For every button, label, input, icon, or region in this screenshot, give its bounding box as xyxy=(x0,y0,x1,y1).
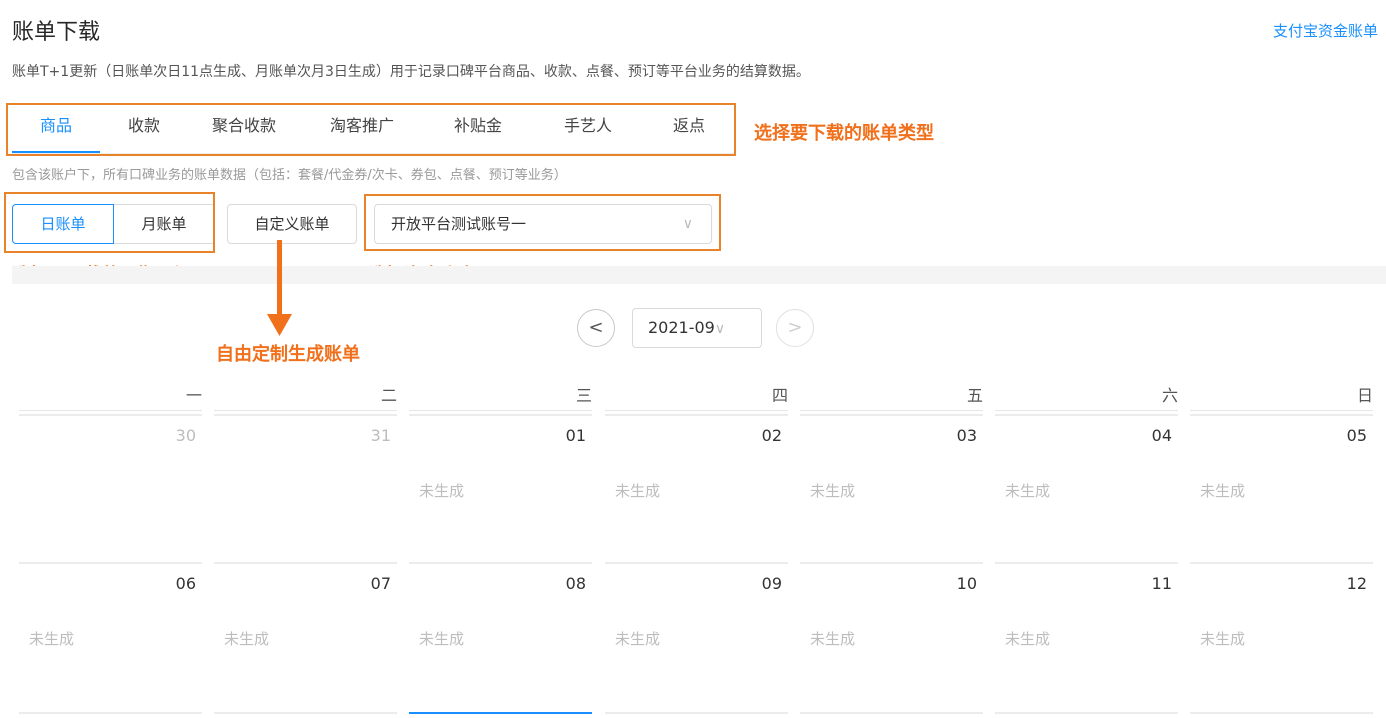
calendar-day-cell[interactable]: 05 未生成 xyxy=(1190,414,1373,562)
calendar-day-cell[interactable]: 10 未生成 xyxy=(800,562,983,710)
weekday-header: 五 xyxy=(966,386,983,405)
weekday-header: 二 xyxy=(380,386,397,405)
calendar-day-cell[interactable] xyxy=(214,712,397,718)
custom-bill-button[interactable]: 自定义账单 xyxy=(227,204,357,244)
month-value: 2021-09 xyxy=(648,318,715,337)
calendar-day-cell[interactable]: 06 未生成 xyxy=(19,562,202,710)
weekday-divider xyxy=(995,410,1178,411)
day-status: 未生成 xyxy=(810,630,856,648)
calendar-day-cell[interactable] xyxy=(995,712,1178,718)
calendar-day-cell[interactable] xyxy=(800,712,983,718)
day-status: 未生成 xyxy=(419,630,465,648)
annotation-custom-bill: 自由定制生成账单 xyxy=(216,344,360,365)
day-number: 12 xyxy=(1346,574,1367,593)
calendar-day-cell[interactable]: 08 未生成 xyxy=(409,562,592,710)
weekday-divider xyxy=(409,410,592,411)
calendar-day-cell[interactable]: 04 未生成 xyxy=(995,414,1178,562)
day-number: 02 xyxy=(761,426,782,445)
day-number: 31 xyxy=(370,426,391,445)
calendar-day-cell[interactable]: 09 未生成 xyxy=(605,562,788,710)
day-status: 未生成 xyxy=(1005,482,1051,500)
day-status: 未生成 xyxy=(1005,630,1051,648)
weekday-header: 四 xyxy=(771,386,788,405)
day-number: 10 xyxy=(956,574,977,593)
tab-hint: 包含该账户下，所有口碑业务的账单数据（包括：套餐/代金券/次卡、券包、点餐、预订… xyxy=(12,168,567,183)
calendar-day-cell[interactable] xyxy=(1190,712,1373,718)
page-description: 账单T+1更新（日账单次日11点生成、月账单次月3日生成）用于记录口碑平台商品、… xyxy=(12,64,810,80)
day-number: 09 xyxy=(761,574,782,593)
weekday-divider xyxy=(19,410,202,411)
calendar-day-cell[interactable]: 31 xyxy=(214,414,397,562)
day-status: 未生成 xyxy=(615,482,661,500)
day-number: 08 xyxy=(565,574,586,593)
page-title: 账单下载 xyxy=(12,20,101,45)
day-number: 06 xyxy=(175,574,196,593)
day-status: 未生成 xyxy=(615,630,661,648)
alipay-fund-bill-link[interactable]: 支付宝资金账单 xyxy=(1273,20,1378,41)
day-status: 未生成 xyxy=(1200,482,1246,500)
weekday-divider xyxy=(1190,410,1373,411)
day-status: 未生成 xyxy=(1200,630,1246,648)
calendar-day-cell[interactable]: 11 未生成 xyxy=(995,562,1178,710)
weekday-header: 三 xyxy=(575,386,592,405)
weekday-divider xyxy=(605,410,788,411)
day-number: 07 xyxy=(370,574,391,593)
day-number: 04 xyxy=(1151,426,1172,445)
weekday-divider xyxy=(214,410,397,411)
calendar-day-cell[interactable]: 03 未生成 xyxy=(800,414,983,562)
calendar-day-cell[interactable] xyxy=(605,712,788,718)
calendar-day-cell[interactable]: 02 未生成 xyxy=(605,414,788,562)
day-status: 未生成 xyxy=(810,482,856,500)
weekday-header: 日 xyxy=(1356,386,1373,405)
annotation-box-fund-account xyxy=(364,194,721,251)
calendar-day-cell[interactable]: 07 未生成 xyxy=(214,562,397,710)
weekday-header: 六 xyxy=(1161,386,1178,405)
daily-bill-button[interactable]: 日账单 xyxy=(12,204,114,244)
annotation-arrow-down-icon xyxy=(267,240,292,336)
calendar-day-cell[interactable]: 01 未生成 xyxy=(409,414,592,562)
chevron-down-icon: ∨ xyxy=(714,321,726,337)
weekday-divider xyxy=(800,410,983,411)
day-number: 30 xyxy=(175,426,196,445)
day-number: 11 xyxy=(1151,574,1172,593)
month-picker[interactable]: 2021-09∨ xyxy=(632,308,762,348)
calendar-day-cell[interactable] xyxy=(19,712,202,718)
prev-month-button[interactable]: < xyxy=(577,309,615,347)
calendar-day-cell[interactable]: 30 xyxy=(19,414,202,562)
next-month-button[interactable]: > xyxy=(776,309,814,347)
day-number: 05 xyxy=(1346,426,1367,445)
annotation-box-bill-type xyxy=(6,103,736,156)
chevron-right-icon: > xyxy=(787,317,803,338)
chevron-left-icon: < xyxy=(588,317,604,338)
day-status: 未生成 xyxy=(224,630,270,648)
day-number: 03 xyxy=(956,426,977,445)
calendar-day-cell[interactable] xyxy=(409,712,592,718)
annotation-bill-type: 选择要下载的账单类型 xyxy=(754,123,934,144)
day-number: 01 xyxy=(565,426,586,445)
calendar-day-cell[interactable]: 12 未生成 xyxy=(1190,562,1373,710)
day-status: 未生成 xyxy=(29,630,75,648)
day-status: 未生成 xyxy=(419,482,465,500)
weekday-header: 一 xyxy=(185,386,202,405)
